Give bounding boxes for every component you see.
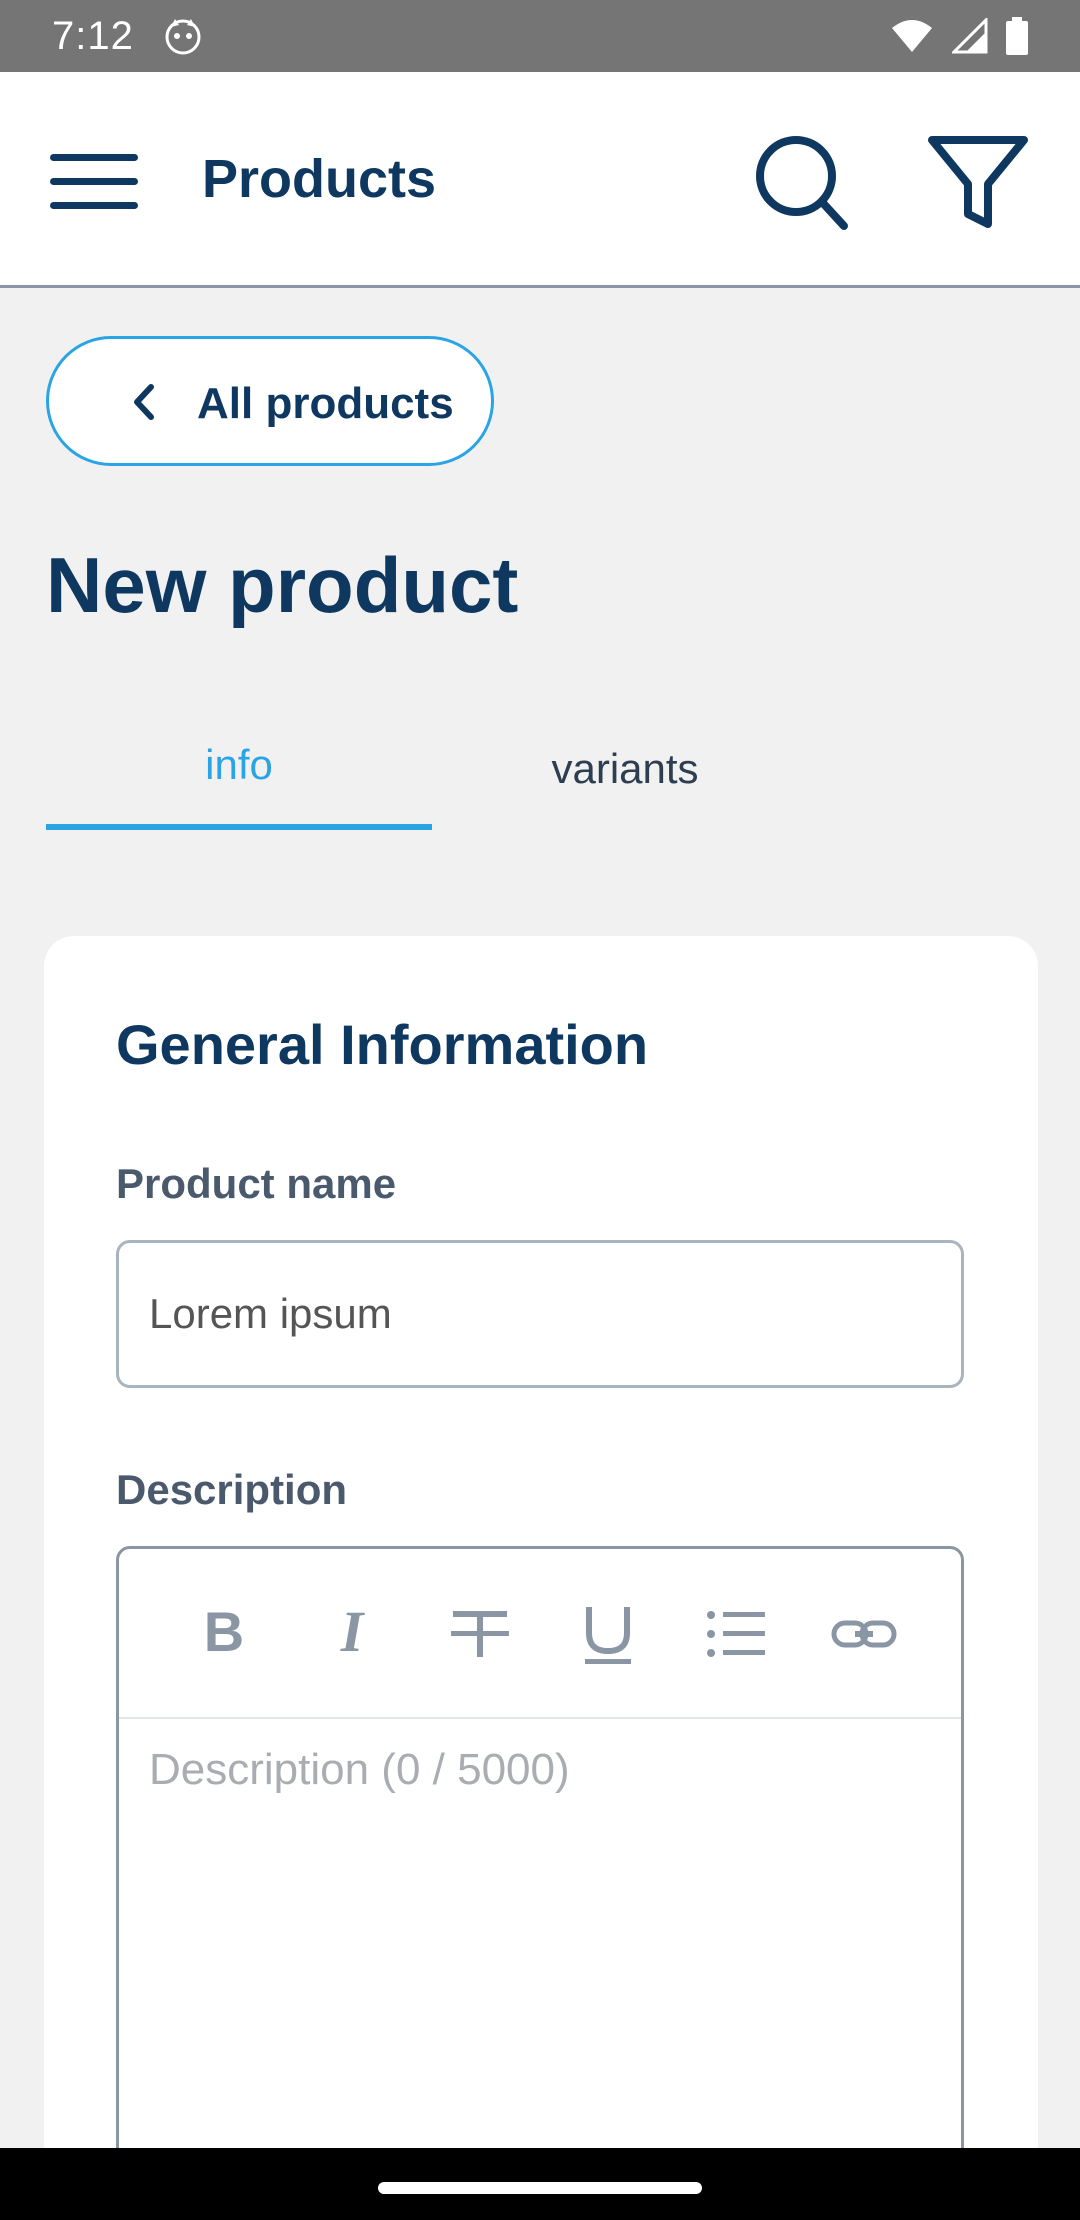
bulleted-list-icon[interactable] [703, 1601, 769, 1667]
menu-icon[interactable] [50, 136, 150, 226]
italic-icon[interactable]: I [319, 1601, 385, 1667]
general-information-card: General Information Product name Descrip… [44, 936, 1038, 2220]
wifi-icon [892, 20, 932, 52]
status-time: 7:12 [52, 13, 134, 58]
status-bar: 7:12 [0, 0, 1080, 72]
navigation-bar [0, 2148, 1080, 2220]
status-icons [890, 17, 1028, 55]
all-products-button[interactable]: All products [46, 336, 494, 466]
cat-app-icon [164, 17, 202, 55]
strikethrough-icon[interactable] [447, 1601, 513, 1667]
all-products-label: All products [197, 379, 454, 428]
editor-toolbar: B I [119, 1549, 961, 1719]
product-name-input[interactable] [116, 1240, 964, 1388]
card-title: General Information [116, 1013, 649, 1076]
description-editor[interactable]: B I Description (0 / 5000) [116, 1546, 964, 2220]
signal-icon [952, 18, 988, 54]
chevron-left-icon [121, 379, 167, 425]
description-placeholder: Description (0 / 5000) [149, 1745, 570, 1794]
filter-icon[interactable] [926, 132, 1030, 232]
product-name-label: Product name [116, 1160, 397, 1207]
home-handle[interactable] [378, 2182, 702, 2194]
tab-info[interactable]: info [46, 730, 432, 830]
page-title: New product [46, 541, 519, 629]
battery-icon [1006, 17, 1028, 55]
svg-text:B: B [204, 1601, 244, 1663]
tab-variants[interactable]: variants [432, 734, 818, 834]
underline-icon[interactable] [575, 1601, 641, 1667]
search-icon[interactable] [752, 132, 852, 232]
app-bar: Products [0, 72, 1080, 288]
svg-text:I: I [340, 1601, 366, 1664]
link-icon[interactable] [831, 1601, 897, 1667]
bold-icon[interactable]: B [191, 1601, 257, 1667]
app-title: Products [202, 149, 437, 209]
description-label: Description [116, 1466, 348, 1513]
